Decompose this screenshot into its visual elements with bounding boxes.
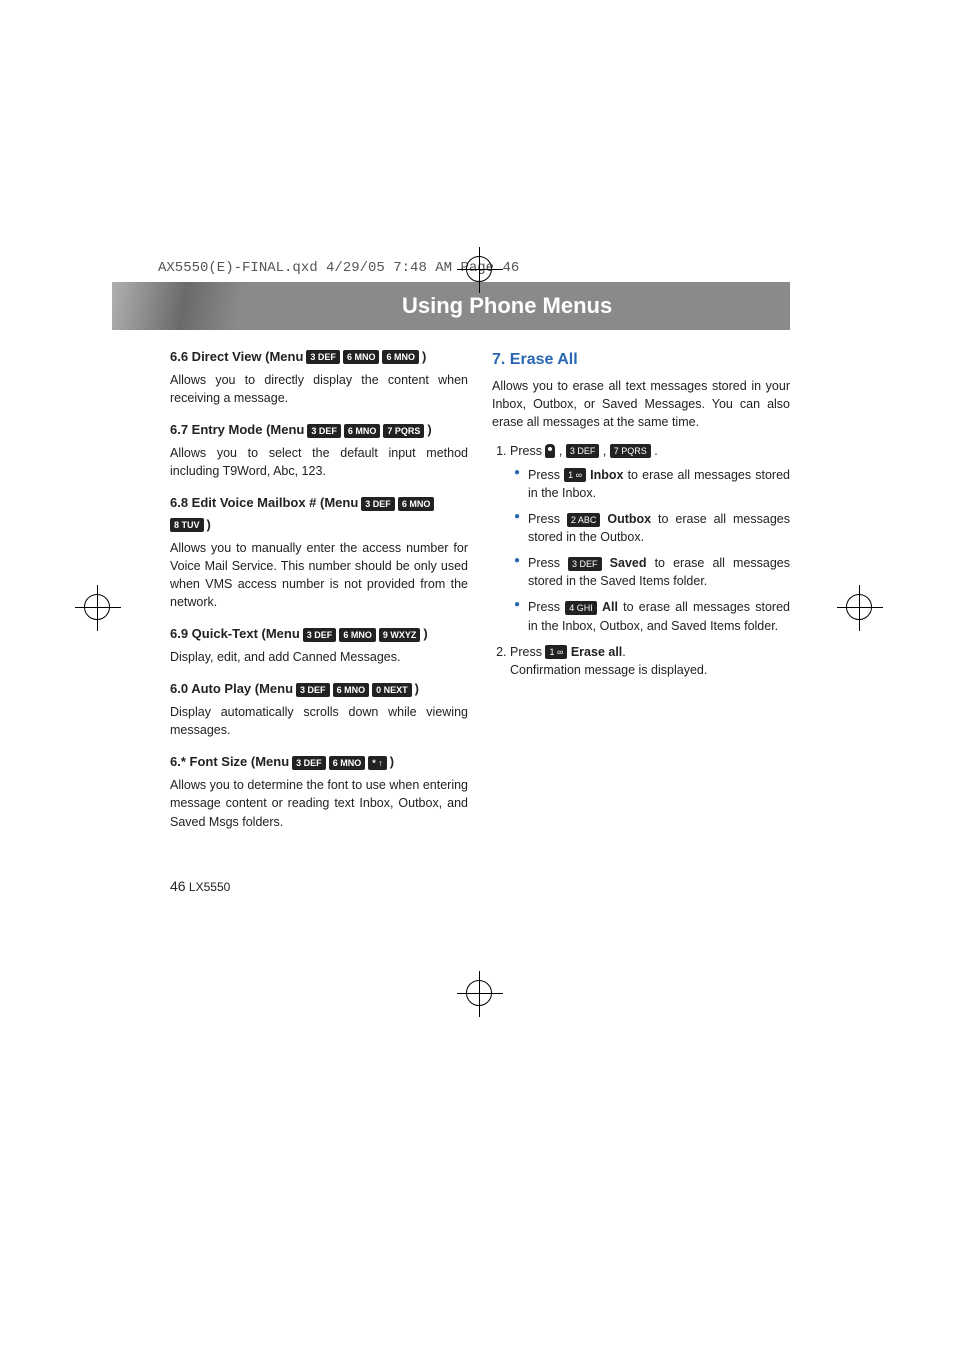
key-9-icon: 9 WXYZ [379, 628, 421, 642]
key-6-icon: 6 MNO [343, 350, 380, 364]
heading-7: 7. Erase All [492, 348, 790, 371]
registration-mark-icon [466, 256, 492, 282]
heading-close: ) [423, 625, 427, 644]
step-end: . [654, 444, 657, 458]
key-1-icon: 1 ∞ [545, 645, 567, 659]
option-inbox: Press 1 ∞ Inbox to erase all messages st… [514, 466, 790, 502]
heading-text: 6.0 Auto Play (Menu [170, 680, 293, 699]
content-columns: 6.6 Direct View (Menu 3 DEF 6 MNO 6 MNO … [170, 348, 790, 835]
heading-text: 6.* Font Size (Menu [170, 753, 289, 772]
key-6-icon: 6 MNO [333, 683, 370, 697]
heading-close: ) [390, 753, 394, 772]
option-label: All [602, 600, 618, 614]
key-2-icon: 2 ABC [567, 513, 601, 527]
option-saved: Press 3 DEF Saved to erase all messages … [514, 554, 790, 590]
steps-list: Press , 3 DEF , 7 PQRS . Press 1 ∞ Inbox… [510, 442, 790, 679]
option-prefix: Press [528, 600, 560, 614]
step-end: . [622, 645, 625, 659]
heading-text: 6.6 Direct View (Menu [170, 348, 303, 367]
key-6-icon: 6 MNO [398, 497, 435, 511]
key-1-icon: 1 ∞ [564, 468, 586, 482]
heading-close: ) [422, 348, 426, 367]
key-6-icon: 6 MNO [339, 628, 376, 642]
heading-6-6: 6.6 Direct View (Menu 3 DEF 6 MNO 6 MNO … [170, 348, 468, 367]
heading-close: ) [207, 516, 211, 535]
key-6-icon: 6 MNO [329, 756, 366, 770]
key-3-icon: 3 DEF [306, 350, 340, 364]
body-6-7: Allows you to select the default input m… [170, 444, 468, 480]
options-list: Press 1 ∞ Inbox to erase all messages st… [514, 466, 790, 635]
heading-text: 6.7 Entry Mode (Menu [170, 421, 304, 440]
key-8-icon: 8 TUV [170, 518, 204, 532]
option-label: Inbox [590, 468, 623, 482]
left-column: 6.6 Direct View (Menu 3 DEF 6 MNO 6 MNO … [170, 348, 468, 835]
step-2: Press 1 ∞ Erase all. Confirmation messag… [510, 643, 790, 679]
option-prefix: Press [528, 556, 560, 570]
body-7-intro: Allows you to erase all text messages st… [492, 377, 790, 431]
heading-6-0: 6.0 Auto Play (Menu 3 DEF 6 MNO 0 NEXT ) [170, 680, 468, 699]
heading-text: 6.9 Quick-Text (Menu [170, 625, 300, 644]
key-3-icon: 3 DEF [307, 424, 341, 438]
heading-text: 6.8 Edit Voice Mailbox # (Menu [170, 494, 358, 513]
key-3-icon: 3 DEF [566, 444, 600, 458]
step-1: Press , 3 DEF , 7 PQRS . Press 1 ∞ Inbox… [510, 442, 790, 635]
option-label: Outbox [607, 512, 651, 526]
registration-mark-icon [84, 594, 110, 620]
step-label: Erase all [571, 645, 622, 659]
left-soft-key-icon [545, 444, 555, 458]
body-6-0: Display automatically scrolls down while… [170, 703, 468, 739]
banner-art [112, 282, 292, 330]
heading-6-9: 6.9 Quick-Text (Menu 3 DEF 6 MNO 9 WXYZ … [170, 625, 468, 644]
heading-6-star: 6.* Font Size (Menu 3 DEF 6 MNO * ↑ ) [170, 753, 468, 772]
heading-6-8: 6.8 Edit Voice Mailbox # (Menu 3 DEF 6 M… [170, 494, 468, 535]
key-3-icon: 3 DEF [303, 628, 337, 642]
page-number: 46 [170, 878, 186, 894]
option-outbox: Press 2 ABC Outbox to erase all messages… [514, 510, 790, 546]
model-label: LX5550 [189, 880, 230, 894]
banner: Using Phone Menus [112, 282, 790, 330]
body-6-star: Allows you to determine the font to use … [170, 776, 468, 830]
heading-6-7: 6.7 Entry Mode (Menu 3 DEF 6 MNO 7 PQRS … [170, 421, 468, 440]
step-text: Press [510, 444, 542, 458]
option-prefix: Press [528, 468, 560, 482]
page-footer: 46 LX5550 [170, 878, 230, 894]
banner-title: Using Phone Menus [402, 293, 612, 319]
step-note: Confirmation message is displayed. [510, 661, 790, 679]
registration-mark-icon [466, 980, 492, 1006]
registration-mark-icon [846, 594, 872, 620]
key-star-icon: * ↑ [368, 756, 387, 770]
option-label: Saved [610, 556, 647, 570]
key-6-icon: 6 MNO [344, 424, 381, 438]
key-3-icon: 3 DEF [292, 756, 326, 770]
key-7-icon: 7 PQRS [383, 424, 424, 438]
body-6-6: Allows you to directly display the conte… [170, 371, 468, 407]
key-6-icon: 6 MNO [382, 350, 419, 364]
body-6-8: Allows you to manually enter the access … [170, 539, 468, 612]
key-4-icon: 4 GHI [565, 601, 597, 615]
body-6-9: Display, edit, and add Canned Messages. [170, 648, 468, 666]
key-0-icon: 0 NEXT [372, 683, 412, 697]
step-text: Press [510, 645, 542, 659]
key-3-icon: 3 DEF [361, 497, 395, 511]
key-7-icon: 7 PQRS [610, 444, 651, 458]
option-all: Press 4 GHI All to erase all messages st… [514, 598, 790, 634]
key-3-icon: 3 DEF [568, 557, 602, 571]
key-3-icon: 3 DEF [296, 683, 330, 697]
option-prefix: Press [528, 512, 560, 526]
heading-close: ) [427, 421, 431, 440]
right-column: 7. Erase All Allows you to erase all tex… [492, 348, 790, 835]
heading-close: ) [415, 680, 419, 699]
